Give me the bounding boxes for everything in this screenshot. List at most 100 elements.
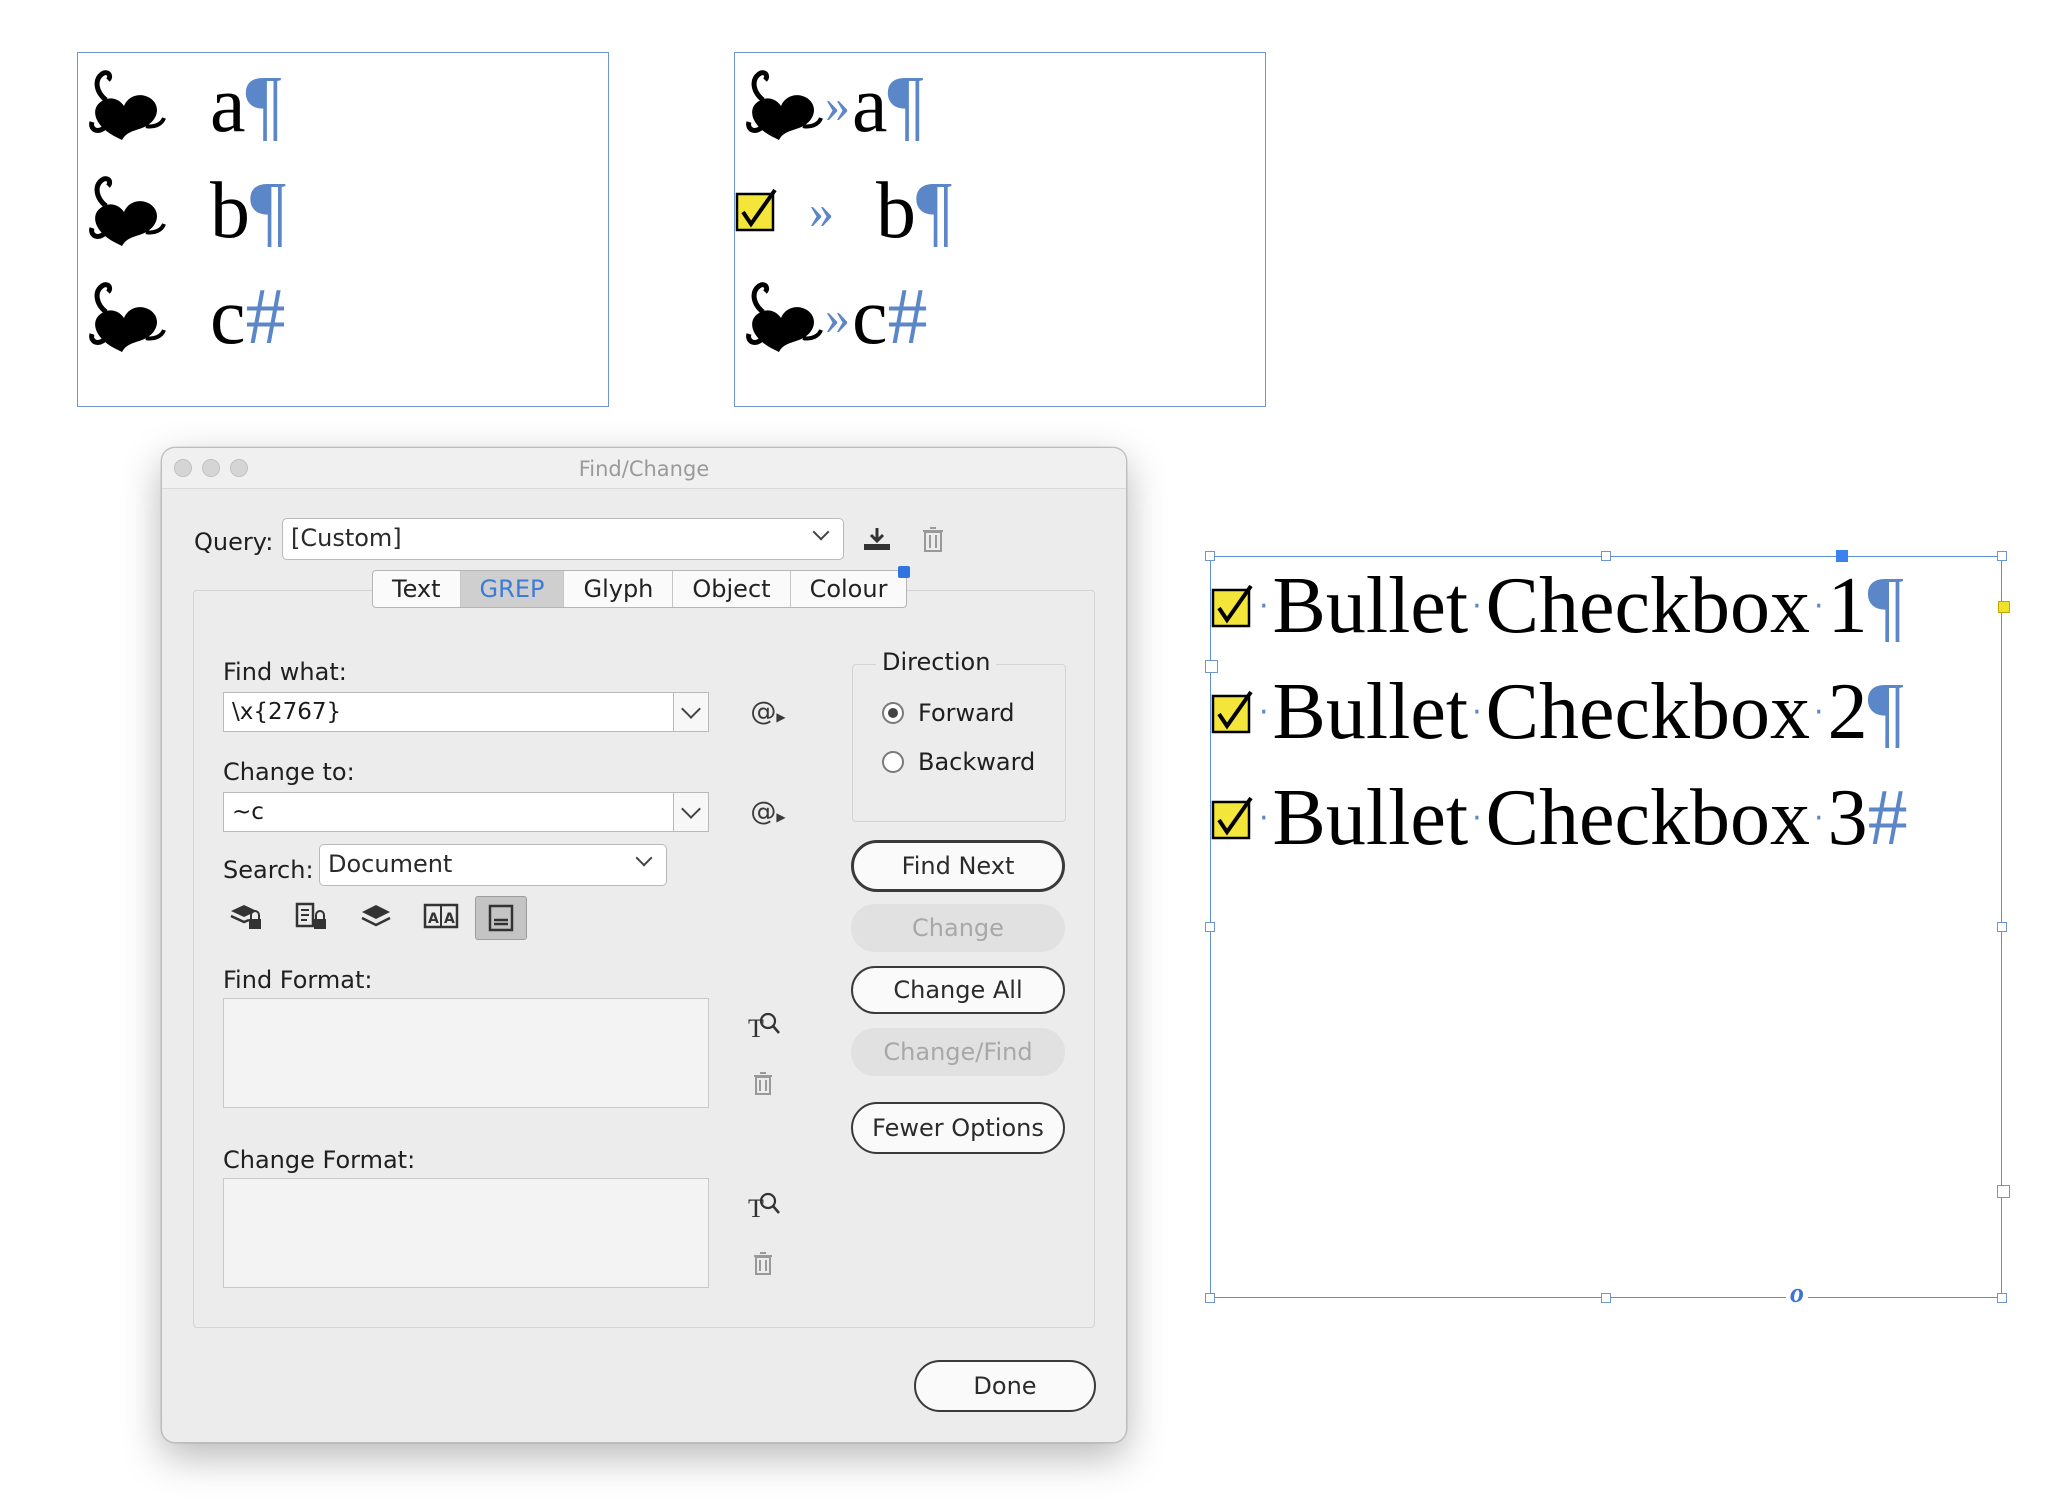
tab-mark: » <box>825 77 850 133</box>
direction-label: Direction <box>876 648 997 676</box>
include-hidden-layers-icon[interactable] <box>356 896 396 936</box>
text-frame-selected[interactable]: · Bullet · Checkbox · 1 ¶ · Bullet · Chec… <box>1210 556 2002 1298</box>
checkbox-bullet-icon <box>1211 796 1255 840</box>
resize-handle-top-middle[interactable] <box>1601 551 1611 561</box>
include-locked-stories-icon[interactable] <box>291 896 331 936</box>
anchor-point-handle[interactable] <box>1836 550 1848 562</box>
tab-colour[interactable]: Colour <box>791 571 907 607</box>
change-format-label: Change Format: <box>223 1146 416 1174</box>
out-port-handle[interactable] <box>1997 1185 2010 1198</box>
space-mark: · <box>1814 694 1824 730</box>
tab-object[interactable]: Object <box>673 571 791 607</box>
include-locked-layers-icon[interactable] <box>226 896 266 936</box>
tab-text[interactable]: Text <box>373 571 461 607</box>
query-select[interactable]: [Custom] <box>282 518 844 560</box>
corner-options-handle[interactable] <box>1998 601 2010 613</box>
change-button[interactable]: Change <box>851 904 1065 952</box>
change-to-label: Change to: <box>223 758 355 786</box>
text-frame-middle[interactable]: » a ¶ » b ¶ » c # <box>734 52 1266 407</box>
change-find-button[interactable]: Change/Find <box>851 1028 1065 1076</box>
svg-text:A: A <box>444 911 455 927</box>
tab-grep[interactable]: GREP <box>460 571 565 607</box>
specify-find-format-icon[interactable]: T <box>744 1004 784 1044</box>
special-characters-change-icon[interactable]: @ ▶ <box>748 794 788 830</box>
save-query-icon[interactable] <box>860 522 894 556</box>
tab-mark: » <box>809 183 834 239</box>
end-of-story-mark: # <box>245 273 286 361</box>
resize-handle-bottom-middle[interactable] <box>1601 1293 1611 1303</box>
space-mark: · <box>1259 588 1269 624</box>
forward-radio[interactable] <box>882 702 904 724</box>
space-mark: · <box>1259 800 1269 836</box>
resize-handle-top-left[interactable] <box>1205 551 1215 561</box>
frame-line-b: b ¶ <box>82 171 286 251</box>
floral-heart-bullet-icon <box>82 278 168 356</box>
find-what-input[interactable]: \x{2767} <box>223 692 709 732</box>
forward-label[interactable]: Forward <box>918 699 1015 727</box>
checkbox-bullet-icon <box>735 188 781 234</box>
space-mark: · <box>1472 800 1482 836</box>
text-frame-left[interactable]: a ¶ b ¶ c # <box>77 52 609 407</box>
change-all-button[interactable]: Change All <box>851 966 1065 1014</box>
resize-handle-bottom-right[interactable] <box>1997 1293 2007 1303</box>
find-format-label: Find Format: <box>223 966 373 994</box>
pilcrow-mark: ¶ <box>245 61 282 149</box>
include-master-pages-icon[interactable]: AA <box>421 896 461 936</box>
search-mode-tabs: Text GREP Glyph Object Colour <box>372 570 908 608</box>
resize-handle-middle-right[interactable] <box>1997 922 2007 932</box>
clear-change-format-icon[interactable] <box>748 1248 778 1278</box>
in-port-handle[interactable] <box>1205 660 1218 673</box>
clear-find-format-icon[interactable] <box>748 1068 778 1098</box>
resize-handle-middle-left[interactable] <box>1205 922 1215 932</box>
special-characters-find-icon[interactable]: @ ▶ <box>748 694 788 730</box>
backward-label[interactable]: Backward <box>918 748 1035 776</box>
frame-char: c <box>210 273 246 361</box>
find-next-button[interactable]: Find Next <box>851 840 1065 892</box>
line-word-1: Bullet <box>1272 774 1469 862</box>
change-to-value: ~c <box>232 799 264 825</box>
space-mark: · <box>1259 694 1269 730</box>
include-footnotes-icon[interactable] <box>475 896 527 940</box>
frame-line-c: c # <box>82 277 286 357</box>
resize-handle-top-right[interactable] <box>1997 551 2007 561</box>
line-number: 1 <box>1827 562 1868 650</box>
query-label: Query: <box>194 528 274 556</box>
frame-char: b <box>210 167 250 255</box>
frame-line-c: » c # <box>739 277 928 357</box>
delete-query-icon[interactable] <box>916 522 950 556</box>
title-bar[interactable]: Find/Change <box>162 448 1126 489</box>
change-to-dropdown-button[interactable] <box>673 793 708 831</box>
frame-line-a: a ¶ <box>82 65 282 145</box>
fewer-options-button[interactable]: Fewer Options <box>851 1102 1065 1154</box>
line-word-2: Checkbox <box>1485 562 1811 650</box>
pilcrow-mark: ¶ <box>250 167 287 255</box>
space-mark: · <box>1814 588 1824 624</box>
frame-char: a <box>852 61 888 149</box>
find-change-dialog: Find/Change Query: [Custom] Text GREP Gl… <box>161 447 1127 1443</box>
pilcrow-mark: ¶ <box>916 167 953 255</box>
checkbox-bullet-icon <box>1211 690 1255 734</box>
search-scope-value: Document <box>328 850 453 878</box>
search-scope-select[interactable]: Document <box>319 844 667 886</box>
checkbox-line-1: · Bullet · Checkbox · 1 ¶ <box>1211 561 1904 651</box>
floral-heart-bullet-icon <box>82 172 168 250</box>
tab-mark: » <box>825 289 850 345</box>
done-button[interactable]: Done <box>914 1360 1096 1412</box>
chevron-down-icon <box>681 699 701 719</box>
space-mark: · <box>1472 694 1482 730</box>
change-to-input[interactable]: ~c <box>223 792 709 832</box>
find-what-dropdown-button[interactable] <box>673 693 708 731</box>
specify-change-format-icon[interactable]: T <box>744 1184 784 1224</box>
find-format-box[interactable] <box>223 998 709 1108</box>
frame-line-a: » a ¶ <box>739 65 924 145</box>
floral-heart-bullet-icon <box>739 66 825 144</box>
resize-handle-bottom-left[interactable] <box>1205 1293 1215 1303</box>
line-number: 2 <box>1827 668 1868 756</box>
tab-glyph[interactable]: Glyph <box>564 571 674 607</box>
end-of-story-mark: # <box>1867 774 1908 862</box>
change-format-box[interactable] <box>223 1178 709 1288</box>
query-value: [Custom] <box>291 524 402 552</box>
backward-radio[interactable] <box>882 751 904 773</box>
line-word-1: Bullet <box>1272 668 1469 756</box>
floral-heart-bullet-icon <box>739 278 825 356</box>
